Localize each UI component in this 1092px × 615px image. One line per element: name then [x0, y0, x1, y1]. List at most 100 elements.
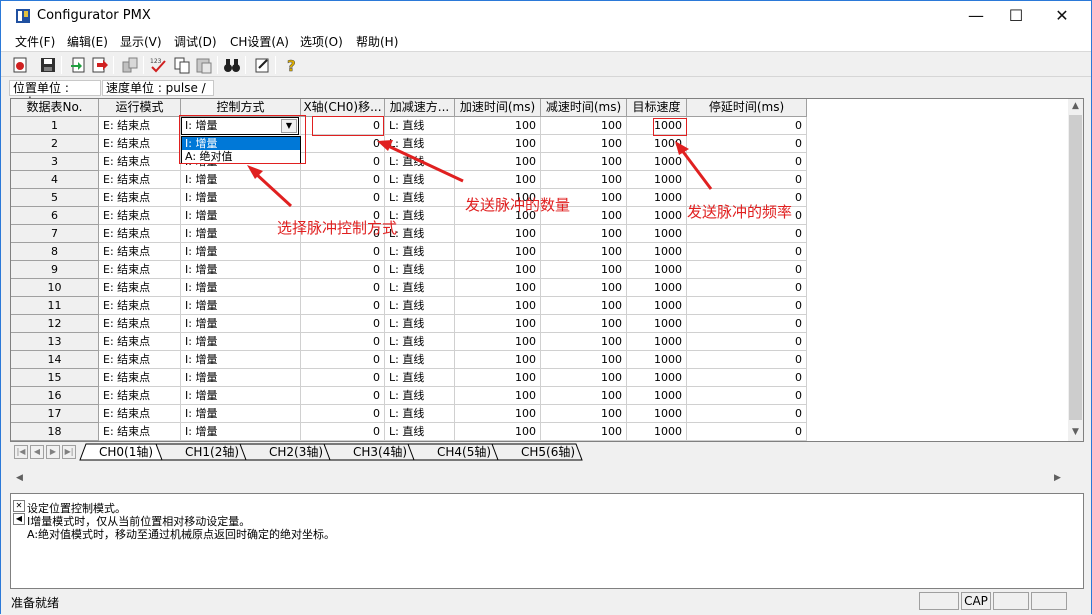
table-cell-x-move[interactable]: 0: [301, 387, 385, 405]
tab-first-icon[interactable]: |◀: [14, 445, 28, 459]
scroll-thumb[interactable]: [1069, 115, 1082, 420]
table-cell-target-speed[interactable]: 1000: [627, 153, 687, 171]
row-header[interactable]: 10: [11, 279, 99, 297]
row-header[interactable]: 8: [11, 243, 99, 261]
table-cell-x-move[interactable]: 0: [301, 153, 385, 171]
table-cell-run-mode[interactable]: E: 结束点: [99, 297, 181, 315]
table-cell-dwell-time[interactable]: 0: [687, 387, 807, 405]
close-panel-icon[interactable]: ✕: [13, 500, 25, 512]
table-cell-target-speed[interactable]: 1000: [627, 135, 687, 153]
table-cell-accel-time[interactable]: 100: [455, 369, 541, 387]
table-cell-control-mode[interactable]: I: 增量: [181, 261, 301, 279]
table-cell-x-move[interactable]: 0: [301, 171, 385, 189]
header-col-accel-mode[interactable]: 加减速方...: [385, 99, 455, 117]
table-cell-run-mode[interactable]: E: 结束点: [99, 135, 181, 153]
collapse-panel-icon[interactable]: ◀: [13, 513, 25, 525]
table-cell-target-speed[interactable]: 1000: [627, 405, 687, 423]
table-cell-decel-time[interactable]: 100: [541, 315, 627, 333]
row-header[interactable]: 17: [11, 405, 99, 423]
row-header[interactable]: 14: [11, 351, 99, 369]
row-header[interactable]: 1: [11, 117, 99, 135]
table-cell-accel-mode[interactable]: L: 直线: [385, 405, 455, 423]
tab-ch3[interactable]: CH3(4轴): [350, 444, 410, 461]
menu-view[interactable]: 显示(V): [120, 33, 162, 50]
table-cell-decel-time[interactable]: 100: [541, 351, 627, 369]
table-cell-control-mode[interactable]: I: 增量: [181, 387, 301, 405]
table-cell-dwell-time[interactable]: 0: [687, 405, 807, 423]
menu-edit[interactable]: 编辑(E): [67, 33, 108, 50]
table-cell-decel-time[interactable]: 100: [541, 297, 627, 315]
table-cell-accel-mode[interactable]: L: 直线: [385, 351, 455, 369]
table-cell-x-move[interactable]: 0: [301, 351, 385, 369]
close-button[interactable]: ✕: [1039, 1, 1085, 31]
table-cell-dwell-time[interactable]: 0: [687, 297, 807, 315]
table-cell-run-mode[interactable]: E: 结束点: [99, 387, 181, 405]
table-cell-dwell-time[interactable]: 0: [687, 135, 807, 153]
table-cell-decel-time[interactable]: 100: [541, 279, 627, 297]
table-cell-accel-mode[interactable]: L: 直线: [385, 279, 455, 297]
header-col-run-mode[interactable]: 运行模式: [99, 99, 181, 117]
table-cell-control-mode[interactable]: I: 增量: [181, 243, 301, 261]
header-col-data-no[interactable]: 数据表No.: [11, 99, 99, 117]
table-cell-x-move[interactable]: 0: [301, 279, 385, 297]
row-header[interactable]: 13: [11, 333, 99, 351]
table-cell-run-mode[interactable]: E: 结束点: [99, 333, 181, 351]
table-cell-accel-time[interactable]: 100: [455, 405, 541, 423]
header-col-accel-time[interactable]: 加速时间(ms): [455, 99, 541, 117]
help-icon[interactable]: ?: [283, 56, 301, 74]
table-cell-control-mode[interactable]: I: 增量: [181, 297, 301, 315]
check-icon[interactable]: 123: [149, 56, 167, 74]
table-cell-accel-time[interactable]: 100: [455, 243, 541, 261]
row-header[interactable]: 5: [11, 189, 99, 207]
row-header[interactable]: 12: [11, 315, 99, 333]
row-header[interactable]: 4: [11, 171, 99, 189]
table-cell-dwell-time[interactable]: 0: [687, 369, 807, 387]
table-cell-x-move[interactable]: 0: [301, 405, 385, 423]
table-cell-target-speed[interactable]: 1000: [627, 207, 687, 225]
table-cell-accel-mode[interactable]: L: 直线: [385, 117, 455, 135]
table-cell-dwell-time[interactable]: 0: [687, 261, 807, 279]
table-cell-decel-time[interactable]: 100: [541, 171, 627, 189]
table-cell-target-speed[interactable]: 1000: [627, 351, 687, 369]
table-cell-run-mode[interactable]: E: 结束点: [99, 243, 181, 261]
table-cell-target-speed[interactable]: 1000: [627, 261, 687, 279]
header-col-x-move[interactable]: X轴(CH0)移...: [301, 99, 385, 117]
table-cell-dwell-time[interactable]: 0: [687, 225, 807, 243]
table-cell-run-mode[interactable]: E: 结束点: [99, 153, 181, 171]
table-cell-target-speed[interactable]: 1000: [627, 297, 687, 315]
table-cell-decel-time[interactable]: 100: [541, 243, 627, 261]
table-cell-target-speed[interactable]: 1000: [627, 225, 687, 243]
table-cell-accel-time[interactable]: 100: [455, 171, 541, 189]
header-col-decel-time[interactable]: 减速时间(ms): [541, 99, 627, 117]
table-cell-dwell-time[interactable]: 0: [687, 153, 807, 171]
table-cell-accel-mode[interactable]: L: 直线: [385, 297, 455, 315]
table-cell-control-mode[interactable]: I: 增量: [181, 315, 301, 333]
import-icon[interactable]: [69, 56, 87, 74]
table-cell-decel-time[interactable]: 100: [541, 369, 627, 387]
table-cell-run-mode[interactable]: E: 结束点: [99, 315, 181, 333]
table-cell-decel-time[interactable]: 100: [541, 333, 627, 351]
row-header[interactable]: 7: [11, 225, 99, 243]
table-cell-control-mode[interactable]: I: 增量: [181, 369, 301, 387]
menu-file[interactable]: 文件(F): [15, 33, 55, 50]
row-header[interactable]: 15: [11, 369, 99, 387]
table-cell-dwell-time[interactable]: 0: [687, 117, 807, 135]
table-cell-accel-time[interactable]: 100: [455, 423, 541, 441]
table-cell-x-move[interactable]: 0: [301, 189, 385, 207]
table-cell-accel-mode[interactable]: L: 直线: [385, 369, 455, 387]
transfer-icon[interactable]: [121, 56, 139, 74]
row-header[interactable]: 16: [11, 387, 99, 405]
row-header[interactable]: 6: [11, 207, 99, 225]
table-cell-accel-mode[interactable]: L: 直线: [385, 171, 455, 189]
table-cell-control-mode[interactable]: I: 增量: [181, 423, 301, 441]
table-cell-run-mode[interactable]: E: 结束点: [99, 189, 181, 207]
table-cell-x-move[interactable]: 0: [301, 333, 385, 351]
tab-ch0[interactable]: CH0(1轴): [96, 444, 156, 461]
tab-ch5[interactable]: CH5(6轴): [518, 444, 578, 461]
header-col-target-speed[interactable]: 目标速度: [627, 99, 687, 117]
table-cell-decel-time[interactable]: 100: [541, 225, 627, 243]
properties-icon[interactable]: [253, 56, 271, 74]
table-cell-dwell-time[interactable]: 0: [687, 279, 807, 297]
table-cell-dwell-time[interactable]: 0: [687, 423, 807, 441]
table-cell-target-speed[interactable]: 1000: [627, 279, 687, 297]
